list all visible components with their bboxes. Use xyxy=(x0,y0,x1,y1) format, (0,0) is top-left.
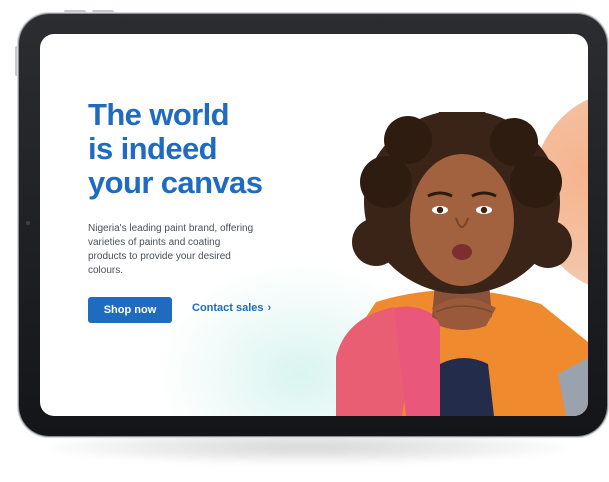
page: The world is indeed your canvas Nigeria'… xyxy=(0,0,609,482)
hero-title-line: The world xyxy=(88,97,230,132)
hero-title: The world is indeed your canvas xyxy=(88,98,298,200)
face xyxy=(410,154,514,286)
tablet-frame: The world is indeed your canvas Nigeria'… xyxy=(19,14,607,436)
hero-photo xyxy=(336,112,588,416)
hero-title-line: your canvas xyxy=(88,165,263,200)
contact-sales-label: Contact sales xyxy=(192,302,264,314)
sweater-navy xyxy=(434,358,494,416)
lips xyxy=(452,244,472,260)
chevron-right-icon: › xyxy=(267,302,272,314)
hero-description: Nigeria's leading paint brand, offering … xyxy=(88,223,254,276)
shop-now-button[interactable]: Shop now xyxy=(88,297,172,323)
front-camera-icon xyxy=(26,221,30,225)
hero-title-line: is indeed xyxy=(88,131,218,166)
tablet-screen: The world is indeed your canvas Nigeria'… xyxy=(40,34,588,416)
contact-sales-link[interactable]: Contact sales › xyxy=(192,302,271,314)
